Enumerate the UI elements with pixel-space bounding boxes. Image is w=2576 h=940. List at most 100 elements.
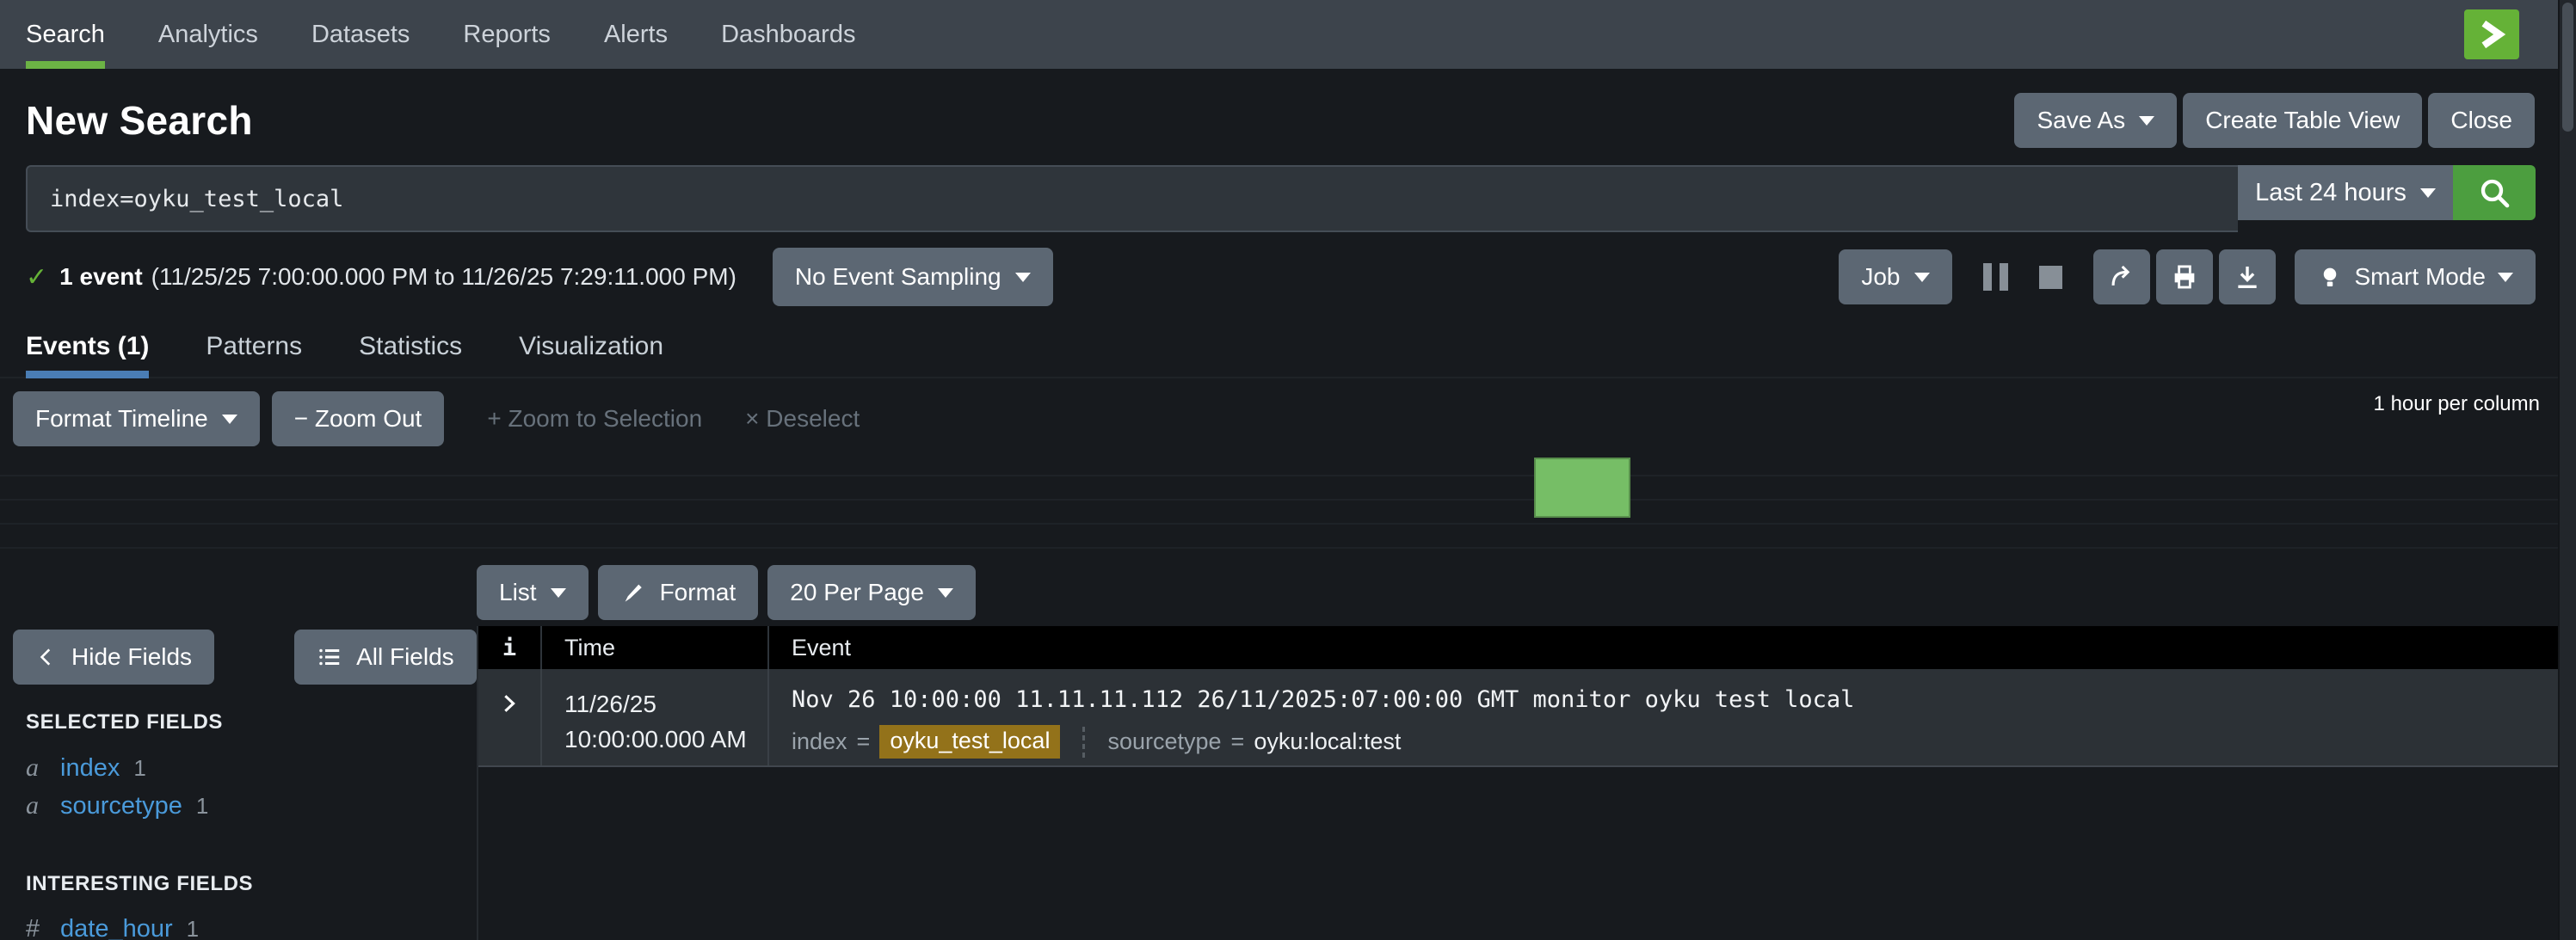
event-time: 10:00:00.000 AM <box>564 722 767 757</box>
field-separator <box>1082 727 1085 758</box>
tab-events[interactable]: Events (1) <box>26 330 149 377</box>
search-header: New Search Save As Create Table View Clo… <box>0 69 2576 163</box>
time-range-label: Last 24 hours <box>2255 179 2407 207</box>
field-count: 1 <box>196 793 208 820</box>
tab-patterns[interactable]: Patterns <box>206 330 302 377</box>
nav-item-search[interactable]: Search <box>26 0 105 69</box>
job-menu-button[interactable]: Job <box>1839 249 1951 304</box>
lightbulb-icon <box>2317 262 2343 292</box>
format-results-button[interactable]: Format <box>598 565 759 620</box>
close-label: Close <box>2450 107 2512 134</box>
nav-item-reports[interactable]: Reports <box>463 0 551 69</box>
search-mode-label: Smart Mode <box>2355 263 2487 291</box>
export-job-button[interactable] <box>2219 249 2276 304</box>
nav-item-datasets[interactable]: Datasets <box>311 0 410 69</box>
event-time-cell: 11/26/25 10:00:00.000 AM <box>540 669 767 765</box>
results-toolbar: List Format 20 Per Page <box>0 559 2576 626</box>
format-timeline-button[interactable]: Format Timeline <box>13 391 260 446</box>
run-search-button[interactable] <box>2453 165 2536 220</box>
field-item-sourcetype[interactable]: a sourcetype 1 <box>26 791 477 818</box>
create-table-view-label: Create Table View <box>2205 107 2400 134</box>
tab-statistics[interactable]: Statistics <box>359 330 462 377</box>
fields-sidebar: Hide Fields All Fields SELECTED FIELDS a… <box>0 626 478 940</box>
event-time-range: (11/25/25 7:00:00.000 PM to 11/26/25 7:2… <box>151 263 736 291</box>
search-mode-button[interactable]: Smart Mode <box>2295 249 2536 304</box>
nav-item-dashboards[interactable]: Dashboards <box>721 0 855 69</box>
search-input[interactable] <box>26 165 2238 232</box>
field-count: 1 <box>187 916 199 940</box>
timeline-event-bar[interactable] <box>1534 458 1630 518</box>
splunk-search-app: Search Analytics Datasets Reports Alerts… <box>0 0 2576 940</box>
caret-down-icon <box>1914 273 1930 282</box>
events-table: i Time Event 11/26/25 10:00:00.000 AM No… <box>478 626 2576 940</box>
zoom-out-label: − Zoom Out <box>294 405 422 433</box>
hide-fields-button[interactable]: Hide Fields <box>13 630 214 685</box>
field-key[interactable]: index <box>792 728 847 755</box>
job-status-bar: ✓ 1 event (11/25/25 7:00:00.000 PM to 11… <box>26 248 2536 306</box>
share-job-button[interactable] <box>2093 249 2150 304</box>
check-icon: ✓ <box>26 262 47 292</box>
field-item-date-hour[interactable]: # date_hour 1 <box>26 915 477 940</box>
print-icon <box>2170 262 2199 292</box>
job-label: Job <box>1861 263 1900 291</box>
list-view-label: List <box>499 579 537 606</box>
field-groups: SELECTED FIELDS a index 1 a sourcetype 1… <box>0 685 477 940</box>
create-table-view-button[interactable]: Create Table View <box>2183 93 2422 148</box>
caret-down-icon <box>222 415 237 424</box>
time-range-picker[interactable]: Last 24 hours <box>2238 165 2453 220</box>
equals-sign: = <box>857 728 871 755</box>
nav-item-analytics[interactable]: Analytics <box>158 0 258 69</box>
close-button[interactable]: Close <box>2428 93 2535 148</box>
scrollbar-thumb[interactable] <box>2562 3 2573 132</box>
print-job-button[interactable] <box>2156 249 2213 304</box>
header-actions: Save As Create Table View Close <box>2014 93 2535 148</box>
column-header-info: i <box>478 626 540 669</box>
format-results-label: Format <box>660 579 736 606</box>
per-page-label: 20 Per Page <box>790 579 924 606</box>
string-field-type-icon: a <box>26 753 48 783</box>
field-item-index[interactable]: a index 1 <box>26 753 477 780</box>
table-row: 11/26/25 10:00:00.000 AM Nov 26 10:00:00… <box>478 669 2576 767</box>
tab-visualization[interactable]: Visualization <box>519 330 663 377</box>
page-scrollbar[interactable] <box>2558 0 2576 940</box>
field-key[interactable]: sourcetype <box>1107 728 1221 755</box>
fields-sidebar-toolbar: Hide Fields All Fields <box>0 626 477 685</box>
search-icon <box>2477 175 2511 210</box>
field-link[interactable]: sourcetype <box>60 792 182 820</box>
chevron-right-icon[interactable] <box>497 691 521 716</box>
event-timeline-chart <box>0 452 2576 549</box>
pause-job-icon[interactable] <box>1983 263 2008 291</box>
caret-down-icon <box>2139 116 2154 126</box>
field-link[interactable]: date_hour <box>60 915 173 940</box>
per-page-button[interactable]: 20 Per Page <box>767 565 976 620</box>
list-view-button[interactable]: List <box>477 565 589 620</box>
all-fields-button[interactable]: All Fields <box>294 630 477 685</box>
job-action-buttons <box>2093 249 2276 304</box>
field-value[interactable]: oyku:local:test <box>1254 728 1401 755</box>
event-date: 11/26/25 <box>564 686 767 722</box>
save-as-button[interactable]: Save As <box>2014 93 2177 148</box>
caret-down-icon <box>1015 273 1031 282</box>
splunk-logo-icon[interactable] <box>2464 9 2519 59</box>
timeline-controls: Format Timeline − Zoom Out + Zoom to Sel… <box>13 390 2540 447</box>
field-link[interactable]: index <box>60 754 120 783</box>
event-field-values: index = oyku_test_local sourcetype = oyk… <box>792 725 2576 759</box>
zoom-out-button[interactable]: − Zoom Out <box>272 391 445 446</box>
event-sampling-button[interactable]: No Event Sampling <box>773 248 1053 306</box>
job-status-right: Job <box>1839 249 2536 304</box>
hide-fields-label: Hide Fields <box>71 643 192 671</box>
chevron-left-icon <box>35 646 58 668</box>
field-value-highlighted[interactable]: oyku_test_local <box>879 725 1060 759</box>
event-sampling-label: No Event Sampling <box>795 263 1001 291</box>
format-timeline-label: Format Timeline <box>35 405 208 433</box>
stop-job-icon[interactable] <box>2039 266 2062 289</box>
download-icon <box>2233 262 2262 292</box>
expand-event-cell <box>478 669 540 765</box>
page-title: New Search <box>26 97 253 144</box>
event-count: 1 event <box>59 263 143 291</box>
job-status-left: ✓ 1 event (11/25/25 7:00:00.000 PM to 11… <box>26 248 1053 306</box>
results-area: Hide Fields All Fields SELECTED FIELDS a… <box>0 626 2576 940</box>
raw-event-text[interactable]: Nov 26 10:00:00 11.11.11.112 26/11/2025:… <box>792 686 2576 713</box>
brush-icon <box>620 580 646 605</box>
nav-item-alerts[interactable]: Alerts <box>604 0 668 69</box>
